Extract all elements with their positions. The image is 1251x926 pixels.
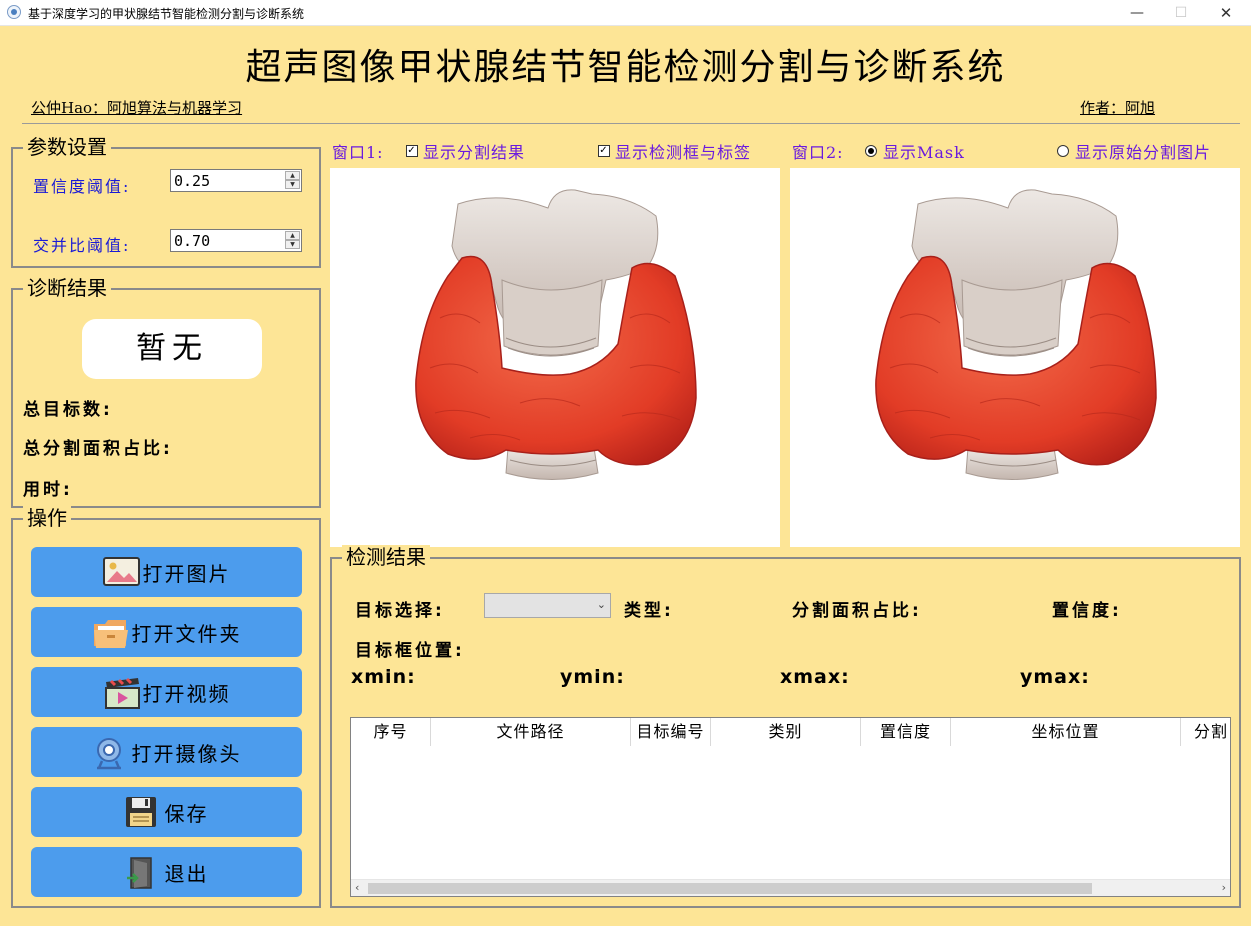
window-title: 基于深度学习的甲状腺结节智能检测分割与诊断系统 <box>28 7 305 21</box>
target-select-label: 目标选择: <box>355 601 445 621</box>
thyroid-image <box>415 189 697 480</box>
operations-group-title: 操作 <box>23 506 71 530</box>
title-bar: 基于深度学习的甲状腺结节智能检测分割与诊断系统 — ☐ ✕ <box>0 0 1251 26</box>
open-image-button[interactable]: 打开图片 <box>31 547 302 597</box>
iou-threshold-value[interactable]: 0.70 <box>174 232 210 250</box>
exit-label[interactable]: 退出 <box>165 858 209 887</box>
spin-up-icon[interactable]: ▲ <box>285 231 300 240</box>
horizontal-scrollbar[interactable]: ‹ › <box>351 879 1230 896</box>
time-label: 用时: <box>23 480 73 500</box>
window2-label: 窗口2: <box>792 139 844 163</box>
total-targets-label: 总目标数: <box>23 400 113 420</box>
confidence-threshold-spinbox[interactable]: 0.25 ▲ ▼ <box>170 169 302 192</box>
app-icon <box>7 5 21 19</box>
save-label[interactable]: 保存 <box>165 798 209 827</box>
show-original-radio[interactable]: 显示原始分割图片 <box>1057 139 1211 163</box>
column-header-confidence[interactable]: 置信度 <box>861 718 951 746</box>
close-button[interactable]: ✕ <box>1203 0 1249 26</box>
column-header-coordinates[interactable]: 坐标位置 <box>951 718 1181 746</box>
detection-group-title: 检测结果 <box>342 545 430 569</box>
operations-group: 操作 打开图片 打开文件夹 打开视频 打开摄像头 保存 退出 <box>11 506 321 908</box>
scroll-right-icon[interactable]: › <box>1222 881 1226 894</box>
total-area-label: 总分割面积占比: <box>23 439 173 459</box>
maximize-button[interactable]: ☐ <box>1158 0 1204 26</box>
open-camera-button[interactable]: 打开摄像头 <box>31 727 302 777</box>
diagnosis-result: 暂无 <box>82 319 262 379</box>
open-image-label[interactable]: 打开图片 <box>143 558 231 587</box>
params-group: 参数设置 置信度阈值: 0.25 ▲ ▼ 交并比阈值: 0.70 ▲ ▼ <box>11 135 321 268</box>
column-header-index[interactable]: 序号 <box>351 718 431 746</box>
column-header-target-id[interactable]: 目标编号 <box>631 718 711 746</box>
exit-icon <box>125 856 159 889</box>
ymin-label: ymin: <box>560 666 625 688</box>
save-button[interactable]: 保存 <box>31 787 302 837</box>
type-label: 类型: <box>624 601 674 621</box>
scroll-left-icon[interactable]: ‹ <box>355 881 359 894</box>
show-original-label[interactable]: 显示原始分割图片 <box>1075 139 1211 163</box>
page-title: 超声图像甲状腺结节智能检测分割与诊断系统 <box>245 47 1006 88</box>
public-account-caption: 公仲Hao：阿旭算法与机器学习 <box>31 99 243 117</box>
open-folder-label[interactable]: 打开文件夹 <box>132 618 242 647</box>
spin-down-icon[interactable]: ▼ <box>285 180 300 189</box>
ymax-label: ymax: <box>1020 666 1090 688</box>
exit-button[interactable]: 退出 <box>31 847 302 897</box>
column-header-segmentation[interactable]: 分割 <box>1181 718 1230 746</box>
open-folder-button[interactable]: 打开文件夹 <box>31 607 302 657</box>
column-header-class[interactable]: 类别 <box>711 718 861 746</box>
show-boxes-checkbox[interactable]: ✓ 显示检测框与标签 <box>598 139 751 163</box>
header-divider <box>22 123 1240 124</box>
spin-arrows[interactable]: ▲ ▼ <box>285 171 300 190</box>
spin-arrows[interactable]: ▲ ▼ <box>285 231 300 250</box>
radio-unselected-icon[interactable] <box>1057 145 1069 157</box>
folder-icon <box>92 616 128 648</box>
image-window-2 <box>790 168 1240 547</box>
column-header-file-path[interactable]: 文件路径 <box>431 718 631 746</box>
author-caption: 作者：阿旭 <box>1080 99 1156 117</box>
confidence-threshold-label: 置信度阈值: <box>33 177 131 196</box>
spin-down-icon[interactable]: ▼ <box>285 240 300 249</box>
thyroid-image <box>875 189 1157 480</box>
diagnosis-group-title: 诊断结果 <box>23 276 111 300</box>
iou-threshold-label: 交并比阈值: <box>33 236 131 255</box>
show-boxes-label[interactable]: 显示检测框与标签 <box>615 139 751 163</box>
image-icon <box>102 556 140 588</box>
area-ratio-label: 分割面积占比: <box>792 601 922 621</box>
open-video-label[interactable]: 打开视频 <box>143 678 231 707</box>
video-icon <box>103 676 140 709</box>
confidence-label: 置信度: <box>1052 601 1122 621</box>
minimize-button[interactable]: — <box>1114 0 1160 26</box>
radio-selected-icon[interactable] <box>865 145 877 157</box>
results-table[interactable]: 序号 文件路径 目标编号 类别 置信度 坐标位置 分割 ‹ › <box>350 717 1231 897</box>
spin-up-icon[interactable]: ▲ <box>285 171 300 180</box>
window1-label-text: 窗口1: <box>332 143 384 162</box>
diagnosis-group: 诊断结果 暂无 总目标数: 总分割面积占比: 用时: <box>11 276 321 508</box>
image-window-1 <box>330 168 780 547</box>
show-mask-radio[interactable]: 显示Mask <box>865 139 965 163</box>
chevron-down-icon[interactable]: ⌄ <box>597 598 606 611</box>
show-mask-label[interactable]: 显示Mask <box>883 139 965 163</box>
confidence-threshold-value[interactable]: 0.25 <box>174 172 210 190</box>
scrollbar-thumb[interactable] <box>368 883 1092 894</box>
xmin-label: xmin: <box>351 666 416 688</box>
xmax-label: xmax: <box>780 666 850 688</box>
open-camera-label[interactable]: 打开摄像头 <box>132 738 242 767</box>
checkbox-checked-icon[interactable]: ✓ <box>598 145 610 157</box>
checkbox-checked-icon[interactable]: ✓ <box>406 145 418 157</box>
params-group-title: 参数设置 <box>23 135 111 159</box>
open-video-button[interactable]: 打开视频 <box>31 667 302 717</box>
iou-threshold-spinbox[interactable]: 0.70 ▲ ▼ <box>170 229 302 252</box>
show-segmentation-label[interactable]: 显示分割结果 <box>423 139 525 163</box>
camera-icon <box>92 736 126 770</box>
target-select-dropdown[interactable]: ⌄ <box>484 593 611 618</box>
show-segmentation-checkbox[interactable]: ✓ 显示分割结果 <box>406 139 525 163</box>
window2-label-text: 窗口2: <box>792 143 844 162</box>
box-position-label: 目标框位置: <box>355 641 465 661</box>
window1-label: 窗口1: <box>332 139 384 163</box>
save-icon <box>125 796 159 828</box>
